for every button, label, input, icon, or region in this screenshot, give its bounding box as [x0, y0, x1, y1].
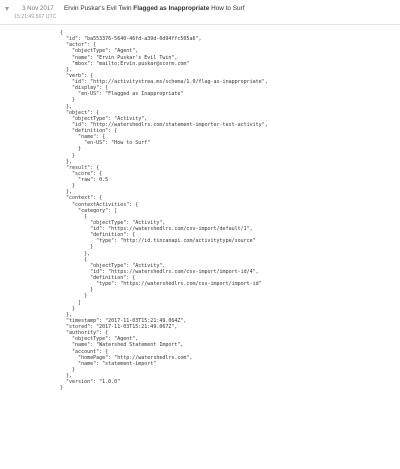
statement-row[interactable]: ▼ 3 Nov 2017 15:21:49.567 UTC Ervin Pusk… — [0, 0, 400, 25]
object-name: How to Surf — [211, 5, 245, 12]
statement-time: 15:21:49.567 UTC — [14, 14, 57, 20]
statement-json-panel: { "id": "ba553376-5640-46fd-a39d-0d94ffc… — [60, 30, 390, 462]
statement-date: 3 Nov 2017 — [22, 5, 54, 12]
statement-json: { "id": "ba553376-5640-46fd-a39d-0d94ffc… — [60, 30, 268, 392]
verb-display: Flagged as Inappropriate — [133, 5, 210, 12]
statement-summary: Ervin Puskar's Evil Twin Flagged as Inap… — [64, 5, 244, 12]
chevron-down-icon[interactable]: ▼ — [3, 6, 11, 14]
actor-name: Ervin Puskar's Evil Twin — [64, 5, 132, 12]
